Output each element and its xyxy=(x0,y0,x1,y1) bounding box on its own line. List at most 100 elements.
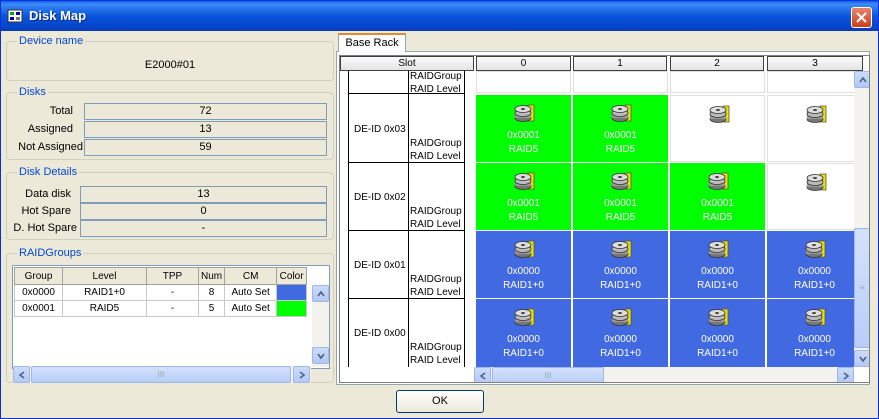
disk-slot[interactable] xyxy=(767,95,862,162)
map-vscroll-thumb[interactable]: ≡ xyxy=(854,228,869,348)
raid-level: RAID1+0 xyxy=(697,280,738,291)
col-header-num[interactable]: Num xyxy=(197,267,226,285)
column-header-3: 3 xyxy=(767,56,863,71)
arrow-up-icon xyxy=(317,290,325,297)
disk-slot[interactable]: 0x0001 RAID5 xyxy=(573,95,668,162)
col-header-color[interactable]: Color xyxy=(276,267,308,285)
disk-slot[interactable] xyxy=(670,95,765,162)
data-disk-value: 13 xyxy=(80,186,327,203)
disk-slot[interactable]: 0x0000 RAID1+0 xyxy=(670,231,765,298)
hot-spare-label: Hot Spare xyxy=(21,205,71,217)
tab-base-rack[interactable]: Base Rack xyxy=(338,33,406,52)
raidgroups-title: RAIDGroups xyxy=(17,247,84,259)
device-name-value: E2000#01 xyxy=(144,59,196,71)
disk-details-group: Disk Details Data disk 13 Hot Spare 0 D.… xyxy=(6,166,334,240)
disk-slot[interactable]: 0x0001 RAID5 xyxy=(476,163,571,230)
disk-slot[interactable] xyxy=(767,163,862,230)
hard-disk-icon xyxy=(805,308,825,326)
disk-slot[interactable]: 0x0000 RAID1+0 xyxy=(476,231,571,298)
arrow-left-icon xyxy=(479,372,486,380)
num-cell: 8 xyxy=(197,284,226,301)
disks-total-value: 72 xyxy=(84,103,327,120)
arrow-right-icon xyxy=(843,372,850,380)
map-hscroll-thumb[interactable]: III xyxy=(492,367,604,382)
raidgroups-group: RAIDGroups Group Level TPP Num CM Color … xyxy=(6,247,334,383)
ok-button[interactable]: OK xyxy=(396,390,484,413)
disk-slot[interactable] xyxy=(767,71,862,93)
raidgroup-id: 0x0000 xyxy=(701,334,734,345)
map-scroll-up-button[interactable] xyxy=(854,71,869,88)
disk-slot[interactable]: 0x0001 RAID5 xyxy=(476,95,571,162)
disk-slot[interactable]: 0x0000 RAID1+0 xyxy=(476,299,571,367)
col-header-cm[interactable]: CM xyxy=(224,267,278,285)
slot-divider xyxy=(348,71,349,367)
disks-assigned-value: 13 xyxy=(84,121,327,138)
col-header-level[interactable]: Level xyxy=(62,267,147,285)
raid-level: RAID1+0 xyxy=(794,280,835,291)
col-header-group[interactable]: Group xyxy=(14,267,63,285)
title-bar[interactable]: Disk Map xyxy=(1,1,878,31)
raidgroup-id: 0x0001 xyxy=(604,198,637,209)
map-scroll-left-button[interactable] xyxy=(474,367,491,382)
arrow-left-icon xyxy=(18,371,25,379)
disk-slot[interactable] xyxy=(476,71,571,93)
disk-slot[interactable]: 0x0000 RAID1+0 xyxy=(573,231,668,298)
level-cell: RAID1+0 xyxy=(62,284,147,301)
disks-assigned-label: Assigned xyxy=(27,123,73,135)
raidgroup-id: 0x0000 xyxy=(798,266,831,277)
map-scroll-right-button[interactable] xyxy=(837,367,854,382)
raidlevel-label: RAID Level xyxy=(410,219,461,230)
disk-slot[interactable]: 0x0000 RAID1+0 xyxy=(670,299,765,367)
disk-slot[interactable] xyxy=(670,71,765,93)
disk-slot[interactable] xyxy=(573,71,668,93)
group-cell: 0x0000 xyxy=(14,284,63,301)
scroll-thumb[interactable]: III xyxy=(31,366,291,383)
data-disk-label: Data disk xyxy=(25,188,71,200)
scroll-left-button[interactable] xyxy=(13,366,30,383)
scroll-up-button[interactable] xyxy=(312,285,329,302)
arrow-up-icon xyxy=(859,76,867,83)
hard-disk-icon xyxy=(806,173,826,191)
raidgroup-id: 0x0000 xyxy=(604,334,637,345)
raidgroup-id: 0x0001 xyxy=(507,130,540,141)
raidgroup-id: 0x0000 xyxy=(798,334,831,345)
disk-slot[interactable]: 0x0001 RAID5 xyxy=(573,163,668,230)
cm-cell: Auto Set xyxy=(224,300,278,317)
raidgroup-label: RAIDGroup xyxy=(410,206,462,217)
map-scroll-down-button[interactable] xyxy=(854,350,869,367)
disk-details-title: Disk Details xyxy=(17,166,80,178)
raidlevel-label: RAID Level xyxy=(410,287,461,298)
hot-spare-value: 0 xyxy=(80,203,327,220)
disk-slot[interactable]: 0x0000 RAID1+0 xyxy=(573,299,668,367)
arrow-down-icon xyxy=(317,353,325,360)
raid-level: RAID1+0 xyxy=(794,348,835,359)
disks-total-row: Total 72 xyxy=(7,103,333,120)
raidgroup-id: 0x0001 xyxy=(701,198,734,209)
raidgroup-label: RAIDGroup xyxy=(410,274,462,285)
scroll-right-button[interactable] xyxy=(293,366,310,383)
disk-slot[interactable]: 0x0000 RAID1+0 xyxy=(767,231,862,298)
slot-header: Slot xyxy=(340,56,474,71)
table-row[interactable]: 0x0000 RAID1+0 - 8 Auto Set xyxy=(14,284,308,301)
cm-cell: Auto Set xyxy=(224,284,278,301)
disks-group: Disks Total 72 Assigned 13 Not Assigned … xyxy=(6,86,334,160)
hard-disk-icon xyxy=(611,172,631,190)
hard-disk-icon xyxy=(709,105,729,123)
disk-slot[interactable]: 0x0001 RAID5 xyxy=(670,163,765,230)
de-id-label: DE-ID 0x00 xyxy=(354,328,406,339)
scroll-down-button[interactable] xyxy=(312,347,329,364)
close-button[interactable] xyxy=(851,7,872,28)
disk-map-window: Disk Map Device name E2000#01 Disks Tota… xyxy=(0,0,879,419)
hard-disk-icon xyxy=(611,308,631,326)
table-row[interactable]: 0x0001 RAID5 - 5 Auto Set xyxy=(14,300,308,317)
num-cell: 5 xyxy=(197,300,226,317)
d-hot-spare-value: - xyxy=(80,220,327,237)
de-id-label: DE-ID 0x01 xyxy=(354,260,406,271)
hard-disk-icon xyxy=(708,308,728,326)
raidgroup-label: RAIDGroup xyxy=(410,71,462,82)
col-header-tpp[interactable]: TPP xyxy=(146,267,199,285)
hard-disk-icon xyxy=(514,308,534,326)
raidgroups-table: Group Level TPP Num CM Color 0x0000 RAID… xyxy=(14,267,308,317)
disk-slot[interactable]: 0x0000 RAID1+0 xyxy=(767,299,862,367)
disks-title: Disks xyxy=(17,86,48,98)
